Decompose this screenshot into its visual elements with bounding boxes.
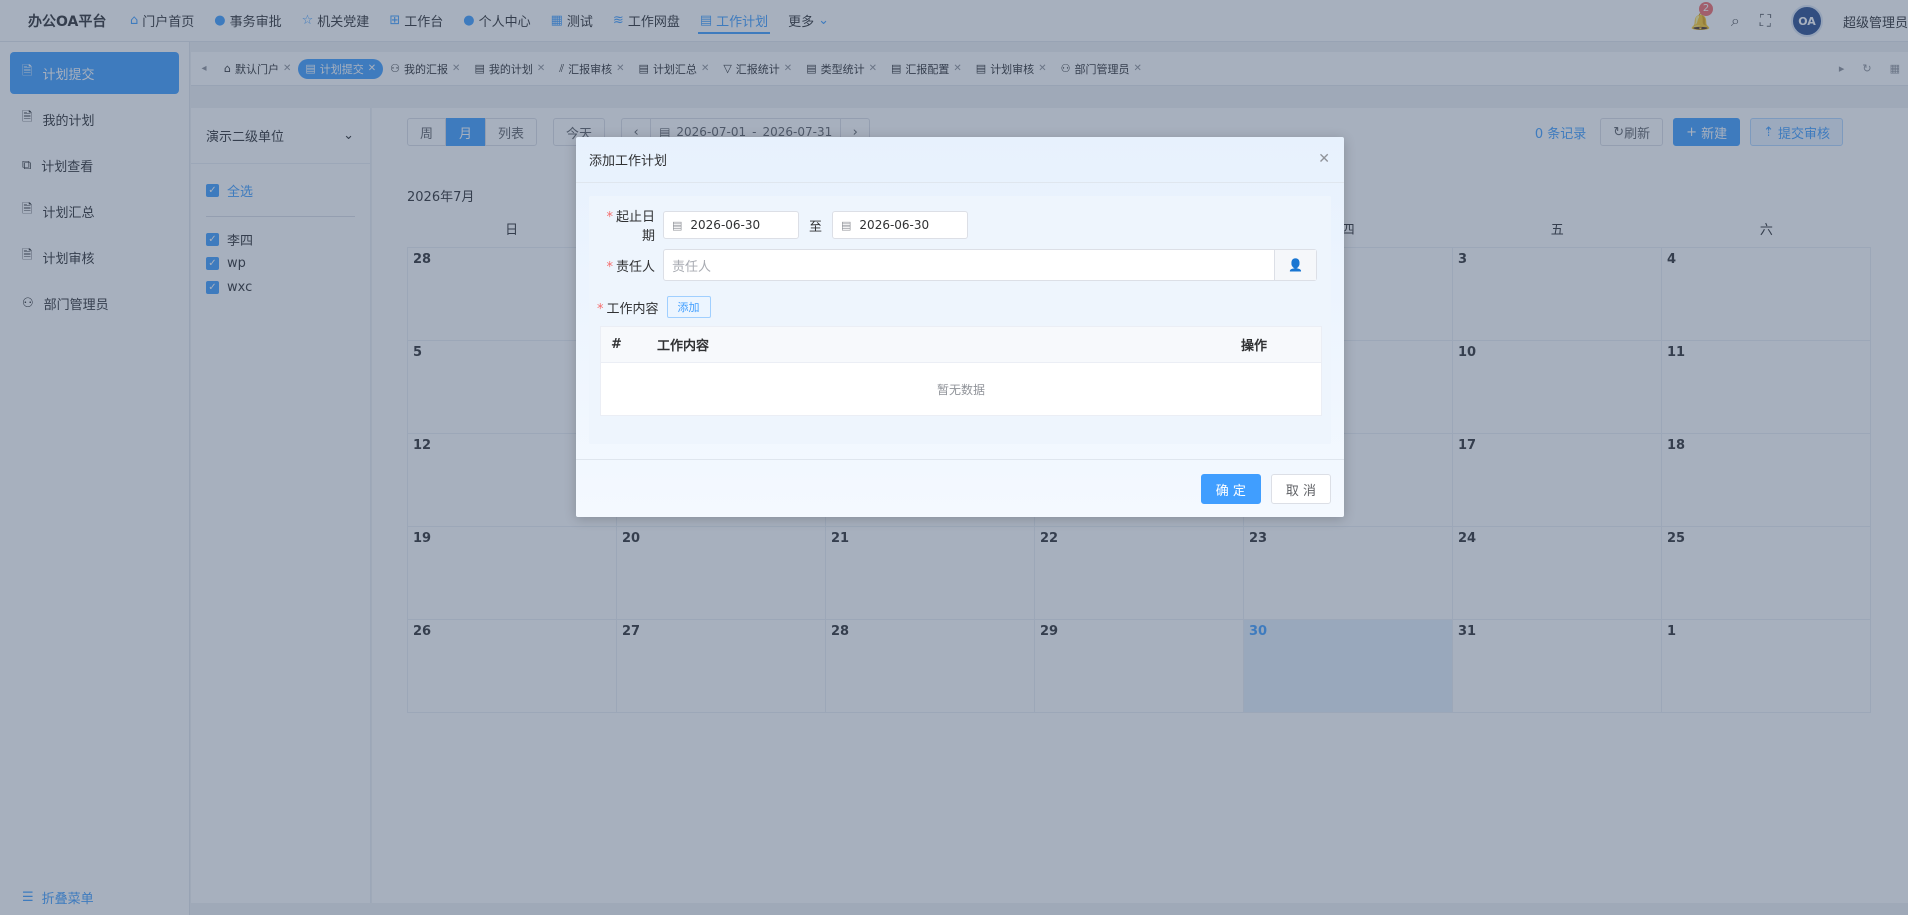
start-date-value: 2026-06-30 [690, 218, 761, 232]
add-work-plan-dialog: 添加工作计划 ✕ * 起止日期 ▤ 2026-06-30 至 ▤ 2026-06-30… [576, 137, 1344, 517]
close-icon[interactable]: ✕ [1318, 151, 1330, 167]
cancel-button[interactable]: 取 消 [1270, 474, 1331, 504]
user-select-icon[interactable]: 👤 [1274, 250, 1316, 280]
person-label: * 责任人 [606, 259, 655, 275]
dialog-footer: 确 定 取 消 [576, 459, 1344, 517]
to-label: 至 [809, 219, 823, 235]
calendar-icon: ▤ [672, 218, 683, 232]
dialog-title: 添加工作计划 [576, 137, 1344, 183]
column-action: 操作 [1241, 339, 1268, 354]
calendar-icon: ▤ [841, 218, 852, 232]
table-header: # 工作内容 操作 [601, 327, 1321, 363]
person-input[interactable]: 责任人 👤 [663, 249, 1317, 281]
empty-text: 暂无数据 [936, 382, 985, 397]
end-date-input[interactable]: ▤ 2026-06-30 [832, 211, 969, 239]
column-content: 工作内容 [657, 339, 710, 354]
confirm-button[interactable]: 确 定 [1200, 474, 1261, 504]
work-content-table: # 工作内容 操作 暂无数据 [600, 326, 1322, 416]
content-label: * 工作内容 [597, 301, 659, 317]
footer-buttons: 确 定 取 消 [1200, 474, 1331, 504]
dialog-body: * 起止日期 ▤ 2026-06-30 至 ▤ 2026-06-30 * 责任人 责任人… [589, 196, 1331, 444]
column-index: # [611, 337, 622, 352]
add-content-button[interactable]: 添加 [666, 296, 711, 318]
date-range-row: * 起止日期 ▤ 2026-06-30 至 ▤ 2026-06-30 [597, 206, 969, 244]
end-date-value: 2026-06-30 [859, 218, 930, 232]
start-date-input[interactable]: ▤ 2026-06-30 [663, 211, 799, 239]
person-row: * 责任人 责任人 👤 [597, 249, 1317, 281]
person-placeholder: 责任人 [672, 259, 712, 275]
content-row: * 工作内容 添加 [597, 296, 711, 318]
date-label: * 起止日期 [606, 210, 655, 244]
